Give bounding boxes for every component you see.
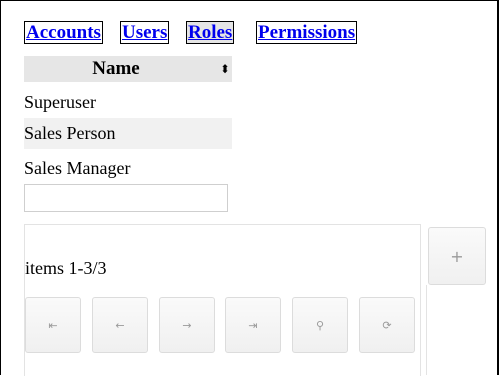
refresh-button[interactable]: ⟳ bbox=[359, 297, 415, 353]
refresh-icon: ⟳ bbox=[382, 318, 392, 332]
frame-left-border bbox=[0, 0, 1, 375]
next-page-icon: → bbox=[182, 318, 192, 332]
grid-header-name[interactable]: Name ⬍ bbox=[24, 56, 232, 82]
sort-icon[interactable]: ⬍ bbox=[220, 60, 230, 78]
tab-accounts[interactable]: Accounts bbox=[24, 21, 103, 44]
tab-users[interactable]: Users bbox=[120, 21, 170, 44]
items-count-text: items 1-3/3 bbox=[25, 258, 107, 278]
tab-permissions[interactable]: Permissions bbox=[256, 21, 358, 44]
frame-top-border bbox=[0, 0, 499, 1]
role-row-sales-person[interactable]: Sales Person bbox=[24, 118, 232, 149]
next-page-button[interactable]: → bbox=[159, 297, 215, 353]
plus-icon: + bbox=[450, 246, 464, 266]
first-page-icon: ⇤ bbox=[48, 318, 58, 332]
last-page-icon: ⇥ bbox=[248, 318, 258, 332]
previous-page-icon: ← bbox=[115, 318, 125, 332]
role-row-superuser[interactable]: Superuser bbox=[24, 87, 232, 118]
new-role-input[interactable] bbox=[24, 184, 228, 212]
tab-roles[interactable]: Roles bbox=[186, 21, 235, 44]
previous-page-button[interactable]: ← bbox=[92, 297, 148, 353]
panel-divider bbox=[426, 285, 427, 375]
pager-panel: items 1-3/3 ⇤ ← → ⇥ ⚲ ⟳ bbox=[24, 224, 421, 376]
role-row-sales-manager[interactable]: Sales Manager bbox=[24, 153, 232, 184]
add-button[interactable]: + bbox=[428, 227, 486, 285]
last-page-button[interactable]: ⇥ bbox=[225, 297, 281, 353]
column-header-name: Name bbox=[92, 58, 140, 79]
first-page-button[interactable]: ⇤ bbox=[25, 297, 81, 353]
search-button[interactable]: ⚲ bbox=[292, 297, 348, 353]
search-icon: ⚲ bbox=[315, 318, 325, 332]
